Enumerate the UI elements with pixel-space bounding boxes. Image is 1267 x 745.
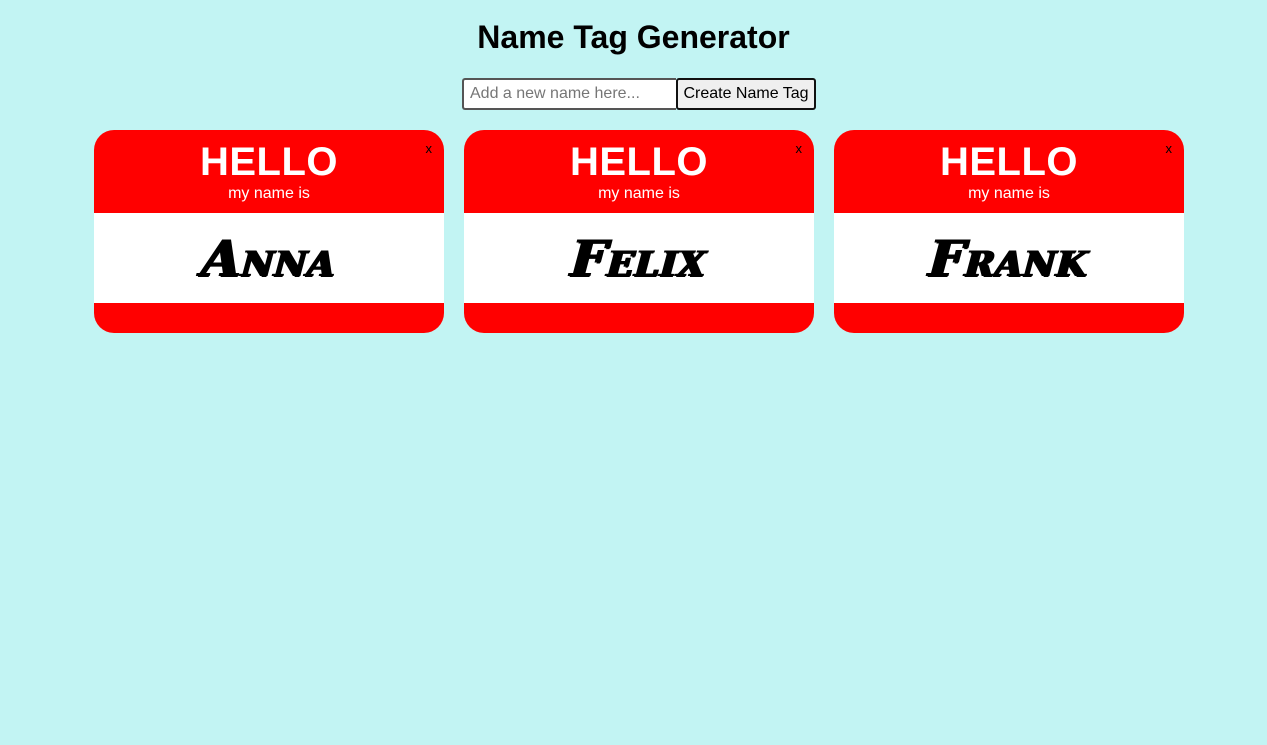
close-icon[interactable]: x [796,142,803,156]
name-tag: HELLO my name is x Anna [94,130,444,333]
name-tag: HELLO my name is x Felix [464,130,814,333]
create-name-tag-button[interactable]: Create Name Tag [676,78,816,110]
hello-heading: HELLO [569,140,709,184]
name-area: Anna [94,213,444,303]
tag-name: Felix [569,228,709,288]
page-title: Name Tag Generator [477,19,790,55]
name-input[interactable] [462,78,676,110]
my-name-is-label: my name is [598,185,680,202]
hello-heading: HELLO [939,140,1079,184]
close-icon[interactable]: x [426,142,433,156]
my-name-is-label: my name is [228,185,310,202]
name-area: Frank [834,213,1184,303]
close-icon[interactable]: x [1166,142,1173,156]
tag-name: Frank [927,228,1091,288]
my-name-is-label: my name is [968,185,1050,202]
name-area: Felix [464,213,814,303]
name-tag-form: Create Name Tag [462,78,816,110]
tag-name: Anna [199,228,339,288]
name-tag: HELLO my name is x Frank [834,130,1184,333]
hello-heading: HELLO [199,140,339,184]
name-tag-list: HELLO my name is x Anna HELLO my name is… [94,130,1184,333]
